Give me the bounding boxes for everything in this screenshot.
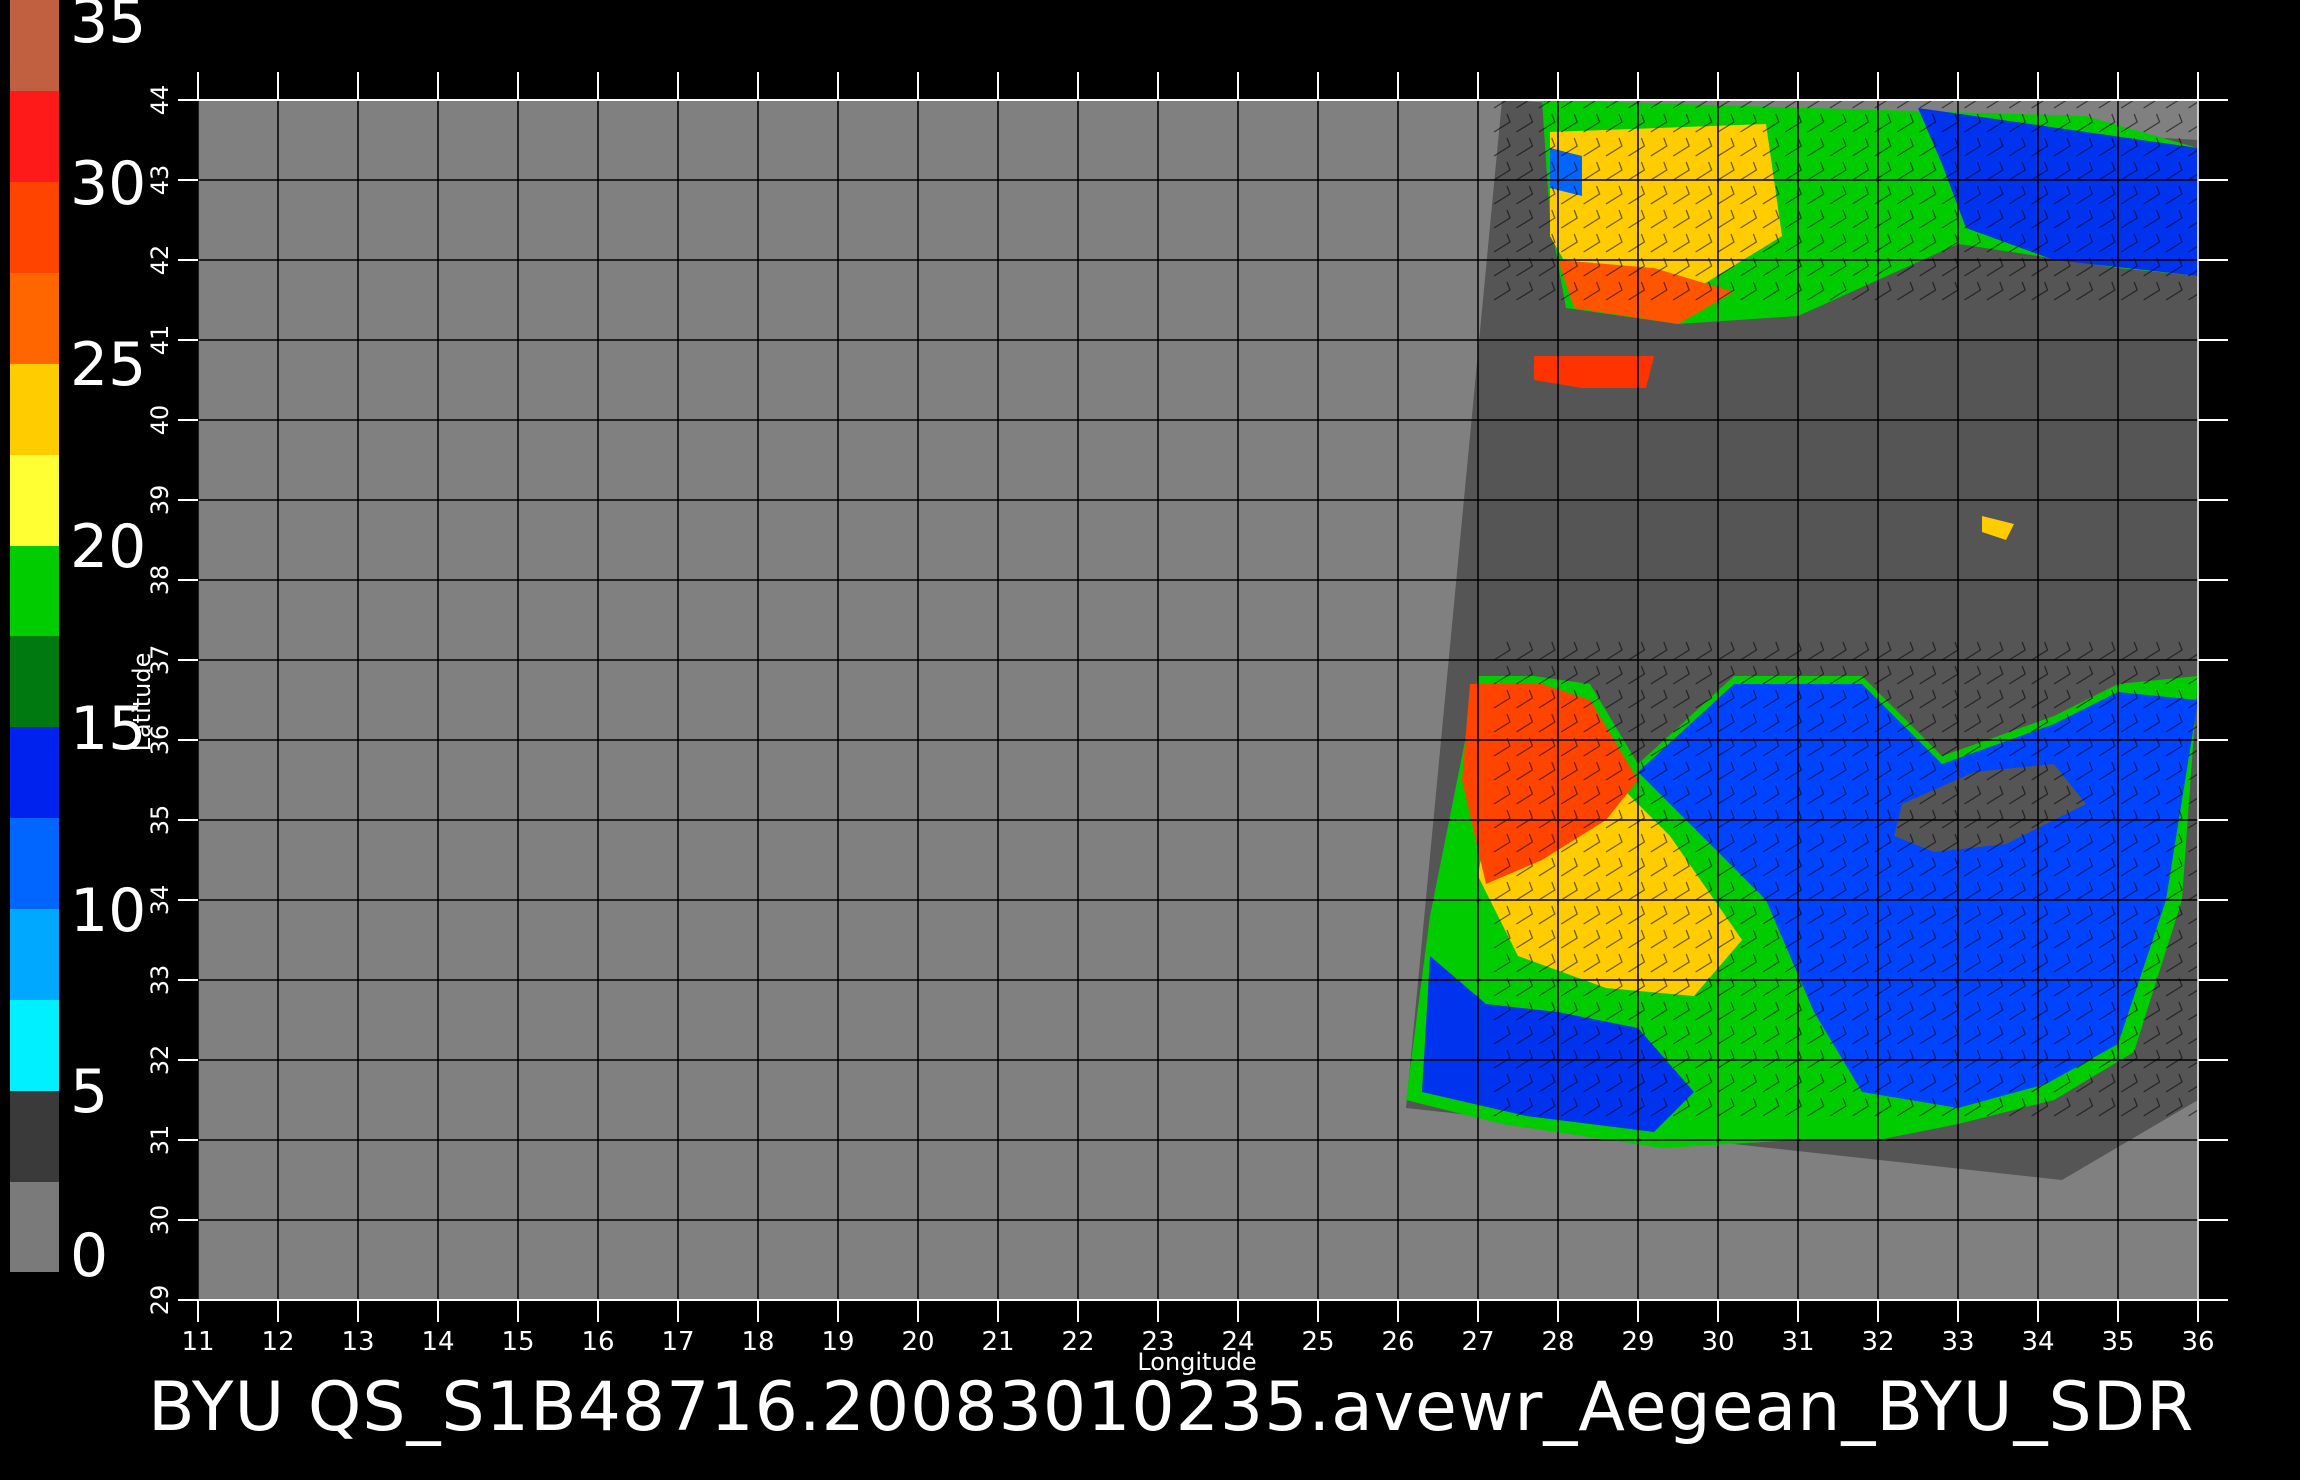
x-tick-label: 21	[981, 1327, 1014, 1357]
x-tick-label: 19	[821, 1327, 854, 1357]
x-tick-label: 27	[1461, 1327, 1494, 1357]
x-tick-label: 32	[1861, 1327, 1894, 1357]
x-tick-label: 18	[741, 1327, 774, 1357]
y-tick-label: 41	[146, 325, 174, 356]
x-tick-label: 11	[181, 1327, 214, 1357]
y-tick-label: 44	[146, 85, 174, 116]
y-tick-label: 40	[146, 405, 174, 436]
x-tick-label: 17	[661, 1327, 694, 1357]
x-tick-label: 26	[1381, 1327, 1414, 1357]
x-tick-label: 15	[501, 1327, 534, 1357]
x-tick-label: 25	[1301, 1327, 1334, 1357]
y-tick-label: 33	[146, 965, 174, 996]
x-tick-label: 16	[581, 1327, 614, 1357]
x-tick-label: 29	[1621, 1327, 1654, 1357]
y-tick-label: 38	[146, 565, 174, 596]
y-tick-label: 35	[146, 805, 174, 836]
x-tick-label: 31	[1781, 1327, 1814, 1357]
wind-region	[1550, 148, 1582, 196]
y-tick-label: 31	[146, 1125, 174, 1156]
figure-caption: BYU QS_S1B48716.20083010235.avewr_Aegean…	[148, 1368, 2195, 1447]
swath-layer	[1406, 100, 2198, 1180]
x-tick-label: 20	[901, 1327, 934, 1357]
y-tick-label: 34	[146, 885, 174, 916]
x-tick-label: 22	[1061, 1327, 1094, 1357]
y-axis-label: Latitude	[128, 653, 156, 752]
y-tick-label: 32	[146, 1045, 174, 1076]
y-tick-label: 29	[146, 1285, 174, 1316]
x-tick-label: 30	[1701, 1327, 1734, 1357]
x-tick-label: 14	[421, 1327, 454, 1357]
x-tick-label: 28	[1541, 1327, 1574, 1357]
y-tick-label: 42	[146, 245, 174, 276]
x-tick-label: 34	[2021, 1327, 2054, 1357]
x-tick-label: 12	[261, 1327, 294, 1357]
y-tick-label: 30	[146, 1205, 174, 1236]
x-tick-label: 13	[341, 1327, 374, 1357]
y-tick-label: 39	[146, 485, 174, 516]
x-tick-label: 33	[1941, 1327, 1974, 1357]
x-tick-label: 35	[2101, 1327, 2134, 1357]
wind-map-plot: 11 12 13 14 15 16 17 18 19 20 21 22 23 24 25 26 27 28 29 30…	[128, 72, 2228, 1376]
y-tick-label: 43	[146, 165, 174, 196]
x-tick-label: 36	[2181, 1327, 2214, 1357]
